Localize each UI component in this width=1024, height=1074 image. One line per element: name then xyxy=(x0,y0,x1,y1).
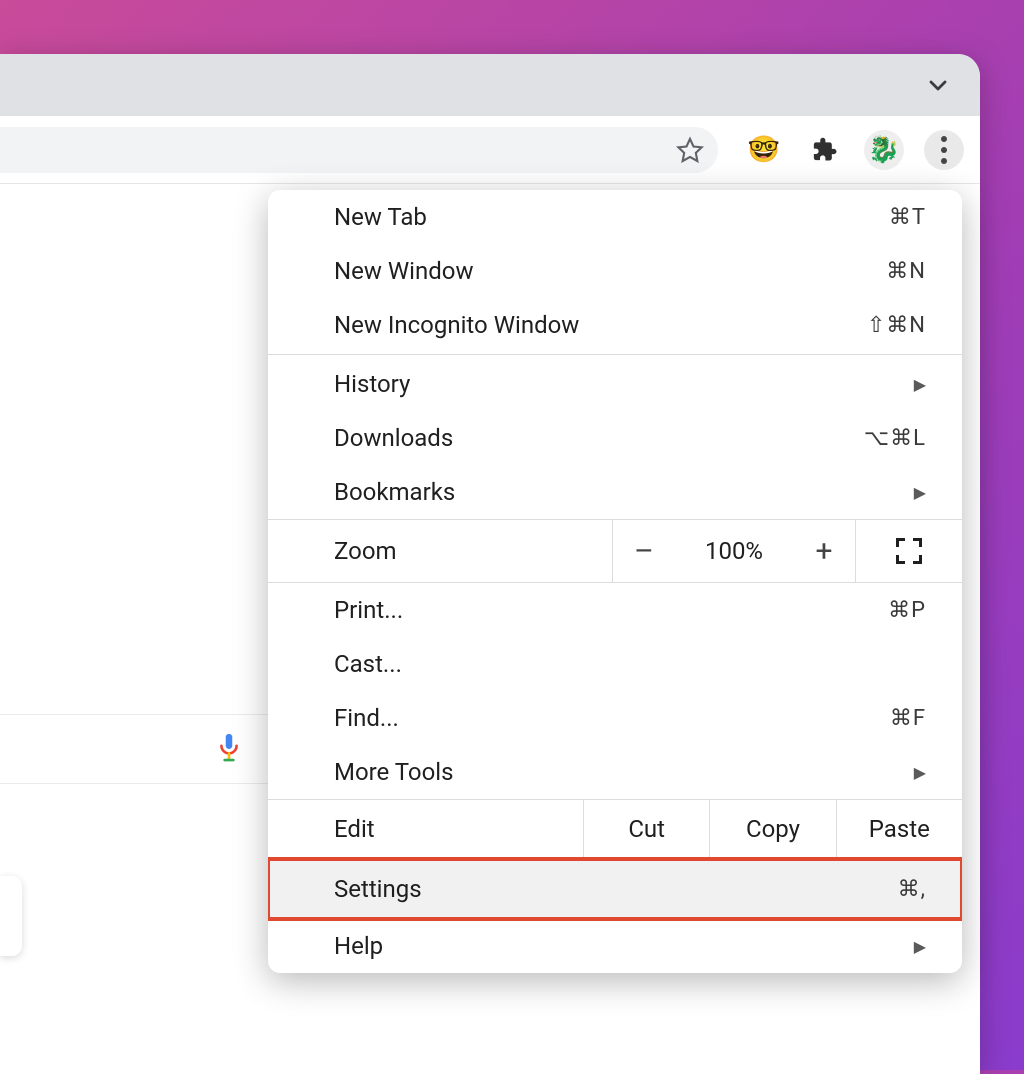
plus-icon: + xyxy=(815,534,832,569)
fullscreen-icon xyxy=(896,538,922,564)
menu-item-label: Find... xyxy=(334,704,399,732)
kebab-dot-icon xyxy=(941,136,947,142)
menu-item-history[interactable]: History ▶ xyxy=(268,357,962,411)
extensions-button[interactable] xyxy=(804,130,844,170)
menu-item-label: Bookmarks xyxy=(334,478,455,506)
omnibox[interactable] xyxy=(0,127,718,173)
menu-item-shortcut: ⌘N xyxy=(886,259,926,284)
menu-separator xyxy=(268,354,962,355)
menu-item-downloads[interactable]: Downloads ⌥⌘L xyxy=(268,411,962,465)
submenu-arrow-icon: ▶ xyxy=(914,375,926,394)
chrome-app-menu: New Tab ⌘T New Window ⌘N New Incognito W… xyxy=(268,190,962,973)
search-bar-fragment[interactable] xyxy=(0,714,268,784)
minus-icon: – xyxy=(634,534,654,569)
menu-item-label: Help xyxy=(334,932,383,960)
tab-list-chevron-icon[interactable] xyxy=(922,69,954,101)
shortcut-chip-fragment[interactable] xyxy=(0,876,22,956)
menu-item-label: Print... xyxy=(334,596,403,624)
menu-item-label: History xyxy=(334,370,410,398)
menu-item-shortcut: ⌘P xyxy=(888,598,926,623)
kebab-dot-icon xyxy=(941,158,947,164)
menu-item-label: Downloads xyxy=(334,424,453,452)
menu-item-new-incognito[interactable]: New Incognito Window ⇧⌘N xyxy=(268,298,962,352)
menu-item-shortcut: ⌘F xyxy=(890,706,926,731)
menu-item-edit: Edit Cut Copy Paste xyxy=(268,799,962,859)
menu-item-label: Zoom xyxy=(334,537,397,565)
zoom-value: 100% xyxy=(675,520,793,582)
tab-strip xyxy=(0,54,980,116)
menu-item-label: Cast... xyxy=(334,650,402,678)
zoom-out-button[interactable]: – xyxy=(613,520,675,582)
menu-item-more-tools[interactable]: More Tools ▶ xyxy=(268,745,962,799)
menu-item-label: Settings xyxy=(334,875,422,903)
menu-item-shortcut: ⇧⌘N xyxy=(867,313,926,338)
extension-icon: 🐉 xyxy=(868,135,900,165)
zoom-in-button[interactable]: + xyxy=(793,520,855,582)
submenu-arrow-icon: ▶ xyxy=(914,763,926,782)
menu-item-find[interactable]: Find... ⌘F xyxy=(268,691,962,745)
edit-copy-button[interactable]: Copy xyxy=(710,800,836,858)
menu-item-shortcut: ⌥⌘L xyxy=(864,426,926,451)
profile-avatar-button[interactable]: 🤓 xyxy=(744,130,784,170)
kebab-dot-icon xyxy=(941,147,947,153)
menu-item-settings[interactable]: Settings ⌘, xyxy=(268,859,962,919)
menu-item-print[interactable]: Print... ⌘P xyxy=(268,583,962,637)
fullscreen-button[interactable] xyxy=(855,520,961,582)
extension-pinned-button[interactable]: 🐉 xyxy=(864,130,904,170)
menu-item-label: New Tab xyxy=(334,203,427,231)
menu-item-cast[interactable]: Cast... xyxy=(268,637,962,691)
menu-item-shortcut: ⌘, xyxy=(898,877,926,902)
browser-toolbar: 🤓 🐉 xyxy=(0,116,980,184)
menu-item-bookmarks[interactable]: Bookmarks ▶ xyxy=(268,465,962,519)
zoom-label: Zoom xyxy=(268,520,613,582)
menu-item-help[interactable]: Help ▶ xyxy=(268,919,962,973)
menu-item-new-window[interactable]: New Window ⌘N xyxy=(268,244,962,298)
chrome-menu-button[interactable] xyxy=(924,130,964,170)
edit-label: Edit xyxy=(268,800,584,858)
puzzle-icon xyxy=(810,136,838,164)
menu-item-label: New Incognito Window xyxy=(334,311,579,339)
bookmark-star-icon[interactable] xyxy=(676,136,704,164)
submenu-arrow-icon: ▶ xyxy=(914,483,926,502)
menu-item-label: More Tools xyxy=(334,758,454,786)
menu-item-zoom: Zoom – 100% + xyxy=(268,519,962,583)
voice-search-mic-icon[interactable] xyxy=(216,732,242,766)
edit-cut-button[interactable]: Cut xyxy=(584,800,710,858)
edit-paste-button[interactable]: Paste xyxy=(837,800,962,858)
menu-item-new-tab[interactable]: New Tab ⌘T xyxy=(268,190,962,244)
menu-item-shortcut: ⌘T xyxy=(889,205,926,230)
menu-item-label: Edit xyxy=(334,815,375,843)
menu-item-label: New Window xyxy=(334,257,473,285)
submenu-arrow-icon: ▶ xyxy=(914,937,926,956)
avatar-icon: 🤓 xyxy=(748,137,780,163)
